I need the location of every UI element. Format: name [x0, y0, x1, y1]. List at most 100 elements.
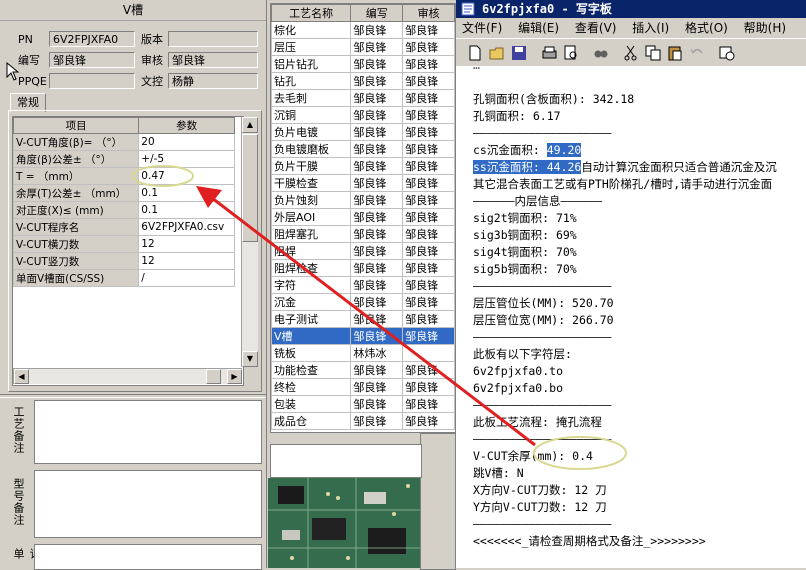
process-author: 邹良锋	[350, 242, 404, 260]
menu-format[interactable]: 格式(O)	[685, 21, 728, 35]
process-row[interactable]: 铝片钻孔 邹良锋 邹良锋	[271, 55, 455, 73]
process-row[interactable]: 负片干膜 邹良锋 邹良锋	[271, 157, 455, 175]
parameter-value[interactable]: 20	[138, 133, 235, 151]
parameter-value[interactable]: 6V2FPJXFA0.csv	[138, 218, 235, 236]
scroll-up-icon[interactable]: ▲	[242, 117, 258, 133]
open-folder-icon[interactable]	[488, 44, 506, 62]
process-remark-box[interactable]	[34, 400, 262, 464]
process-row[interactable]: 钻孔 邹良锋 邹良锋	[271, 72, 455, 90]
process-reviewer: 邹良锋	[402, 89, 455, 107]
parameter-value[interactable]: /	[138, 269, 235, 287]
process-row[interactable]: 负电镀磨板 邹良锋 邹良锋	[271, 140, 455, 158]
parameter-name: V-CUT角度(β)= （°）	[13, 133, 140, 151]
ppqe-field[interactable]	[49, 73, 135, 89]
print-icon[interactable]	[540, 44, 558, 62]
parameter-value[interactable]: 12	[138, 252, 235, 270]
parameter-value[interactable]: 0.47	[138, 167, 235, 185]
version-field[interactable]	[168, 31, 258, 47]
hscroll-thumb[interactable]	[206, 369, 221, 384]
divider	[0, 394, 266, 398]
document-line: ————————————————————	[473, 517, 612, 531]
process-row[interactable]: 阻焊 邹良锋 邹良锋	[271, 242, 455, 260]
wordpad-title-bar[interactable]: 6v2fpjxfa0 - 写字板	[456, 0, 806, 18]
reviewer-field[interactable]: 邹良锋	[168, 52, 258, 68]
parameter-row[interactable]: 余厚(T)公差± （mm） 0.1	[13, 184, 235, 202]
process-row[interactable]: 外层AOI 邹良锋 邹良锋	[271, 208, 455, 226]
menu-insert[interactable]: 插入(I)	[632, 21, 669, 35]
doc-control-field[interactable]: 杨静	[168, 73, 258, 89]
process-row[interactable]: 包装 邹良锋 邹良锋	[271, 395, 455, 413]
menu-file[interactable]: 文件(F)	[462, 21, 502, 35]
author-field[interactable]: 邹良锋	[49, 52, 135, 68]
paste-icon[interactable]	[666, 44, 684, 62]
process-reviewer: 邹良锋	[402, 55, 455, 73]
parameter-value[interactable]: 0.1	[138, 201, 235, 219]
parameter-grid-scrollbar[interactable]: ▲ ▼	[241, 117, 258, 367]
menu-edit[interactable]: 编辑(E)	[518, 21, 559, 35]
parameter-value[interactable]: +/-5	[138, 150, 235, 168]
parameter-row[interactable]: V-CUT横刀数 12	[13, 235, 235, 253]
col-header-item[interactable]: 项目	[13, 117, 140, 134]
process-row[interactable]: V槽 邹良锋 邹良锋	[271, 327, 455, 345]
process-name: V槽	[271, 327, 352, 345]
process-row[interactable]: 干膜检查 邹良锋 邹良锋	[271, 174, 455, 192]
model-remark-box[interactable]	[34, 470, 262, 538]
process-row[interactable]: 功能检查 邹良锋 邹良锋	[271, 361, 455, 379]
parameter-grid-hscrollbar[interactable]: ◀ ▶	[13, 368, 242, 384]
process-row[interactable]: 负片蚀刻 邹良锋 邹良锋	[271, 191, 455, 209]
scroll-right-icon[interactable]: ▶	[227, 369, 242, 384]
parameter-row[interactable]: V-CUT角度(β)= （°） 20	[13, 133, 235, 151]
parameter-value[interactable]: 0.1	[138, 184, 235, 202]
process-author: 邹良锋	[350, 106, 404, 124]
pn-field[interactable]: 6V2FPJXFA0	[49, 31, 135, 47]
process-row[interactable]: 阻焊塞孔 邹良锋 邹良锋	[271, 225, 455, 243]
note-input[interactable]	[270, 444, 422, 478]
process-row[interactable]: 阻焊检查 邹良锋 邹良锋	[271, 259, 455, 277]
parameter-name: V-CUT横刀数	[13, 235, 140, 253]
process-row[interactable]: 层压 邹良锋 邹良锋	[271, 38, 455, 56]
print-preview-icon[interactable]	[562, 44, 580, 62]
menu-view[interactable]: 查看(V)	[575, 21, 617, 35]
save-icon[interactable]	[510, 44, 528, 62]
process-row[interactable]: 终检 邹良锋 邹良锋	[271, 378, 455, 396]
col-header-process[interactable]: 工艺名称	[271, 4, 352, 22]
scroll-left-icon[interactable]: ◀	[14, 369, 29, 384]
parameter-row[interactable]: 单面V槽面(CS/SS) /	[13, 269, 235, 287]
process-author: 邹良锋	[350, 276, 404, 294]
parameter-row[interactable]: 角度(β)公差± （°） +/-5	[13, 150, 235, 168]
col-header-reviewer[interactable]: 审核	[402, 4, 455, 22]
document-line: V-CUT余厚(mm): 0.4	[473, 449, 593, 463]
process-row[interactable]: 沉金 邹良锋 邹良锋	[271, 293, 455, 311]
process-row[interactable]: 电子测试 邹良锋 邹良锋	[271, 310, 455, 328]
scroll-down-icon[interactable]: ▼	[242, 351, 258, 367]
process-row[interactable]: 去毛刺 邹良锋 邹良锋	[271, 89, 455, 107]
parameter-row[interactable]: V-CUT竖刀数 12	[13, 252, 235, 270]
process-name: 钻孔	[271, 72, 352, 90]
process-row[interactable]: 沉铜 邹良锋 邹良锋	[271, 106, 455, 124]
undo-icon[interactable]	[688, 44, 706, 62]
parameter-value[interactable]: 12	[138, 235, 235, 253]
order-box[interactable]	[34, 544, 262, 570]
panel-title: V槽	[0, 0, 266, 21]
wordpad-app-icon[interactable]	[461, 2, 476, 16]
col-header-author[interactable]: 编写	[350, 4, 404, 22]
process-grid: 工艺名称 编写 审核 棕化 邹良锋 邹良锋 层压 邹良锋 邹良锋 铝片钻孔 邹良锋 邹良锋 钻孔邹…	[270, 3, 456, 433]
document-body[interactable]: … 孔铜面积(含板面积): 342.18 孔铜面积: 6.17 ——————————…	[456, 58, 806, 568]
parameter-row[interactable]: 对正度(X)≤ (mm) 0.1	[13, 201, 235, 219]
process-row[interactable]: 负片电镀 邹良锋 邹良锋	[271, 123, 455, 141]
process-row[interactable]: 铣板 林炜冰	[271, 344, 455, 362]
process-row[interactable]: 棕化 邹良锋 邹良锋	[271, 21, 455, 39]
process-row[interactable]: 字符 邹良锋 邹良锋	[271, 276, 455, 294]
date-time-icon[interactable]	[718, 44, 736, 62]
scroll-thumb[interactable]	[242, 134, 258, 242]
process-row[interactable]: 成品仓 邹良锋 邹良锋	[271, 412, 455, 430]
cut-icon[interactable]	[622, 44, 640, 62]
parameter-grid: 项目 参数 V-CUT角度(β)= （°） 20 角度(β)公差± （°） +/-5 T…	[12, 116, 244, 386]
parameter-row[interactable]: V-CUT程序名 6V2FPJXFA0.csv	[13, 218, 235, 236]
ppqe-label: PPQE	[18, 75, 47, 88]
find-icon[interactable]	[592, 44, 610, 62]
menu-help[interactable]: 帮助(H)	[744, 21, 786, 35]
col-header-param[interactable]: 参数	[138, 117, 235, 134]
parameter-row[interactable]: T = （mm） 0.47	[13, 167, 235, 185]
copy-icon[interactable]	[644, 44, 662, 62]
